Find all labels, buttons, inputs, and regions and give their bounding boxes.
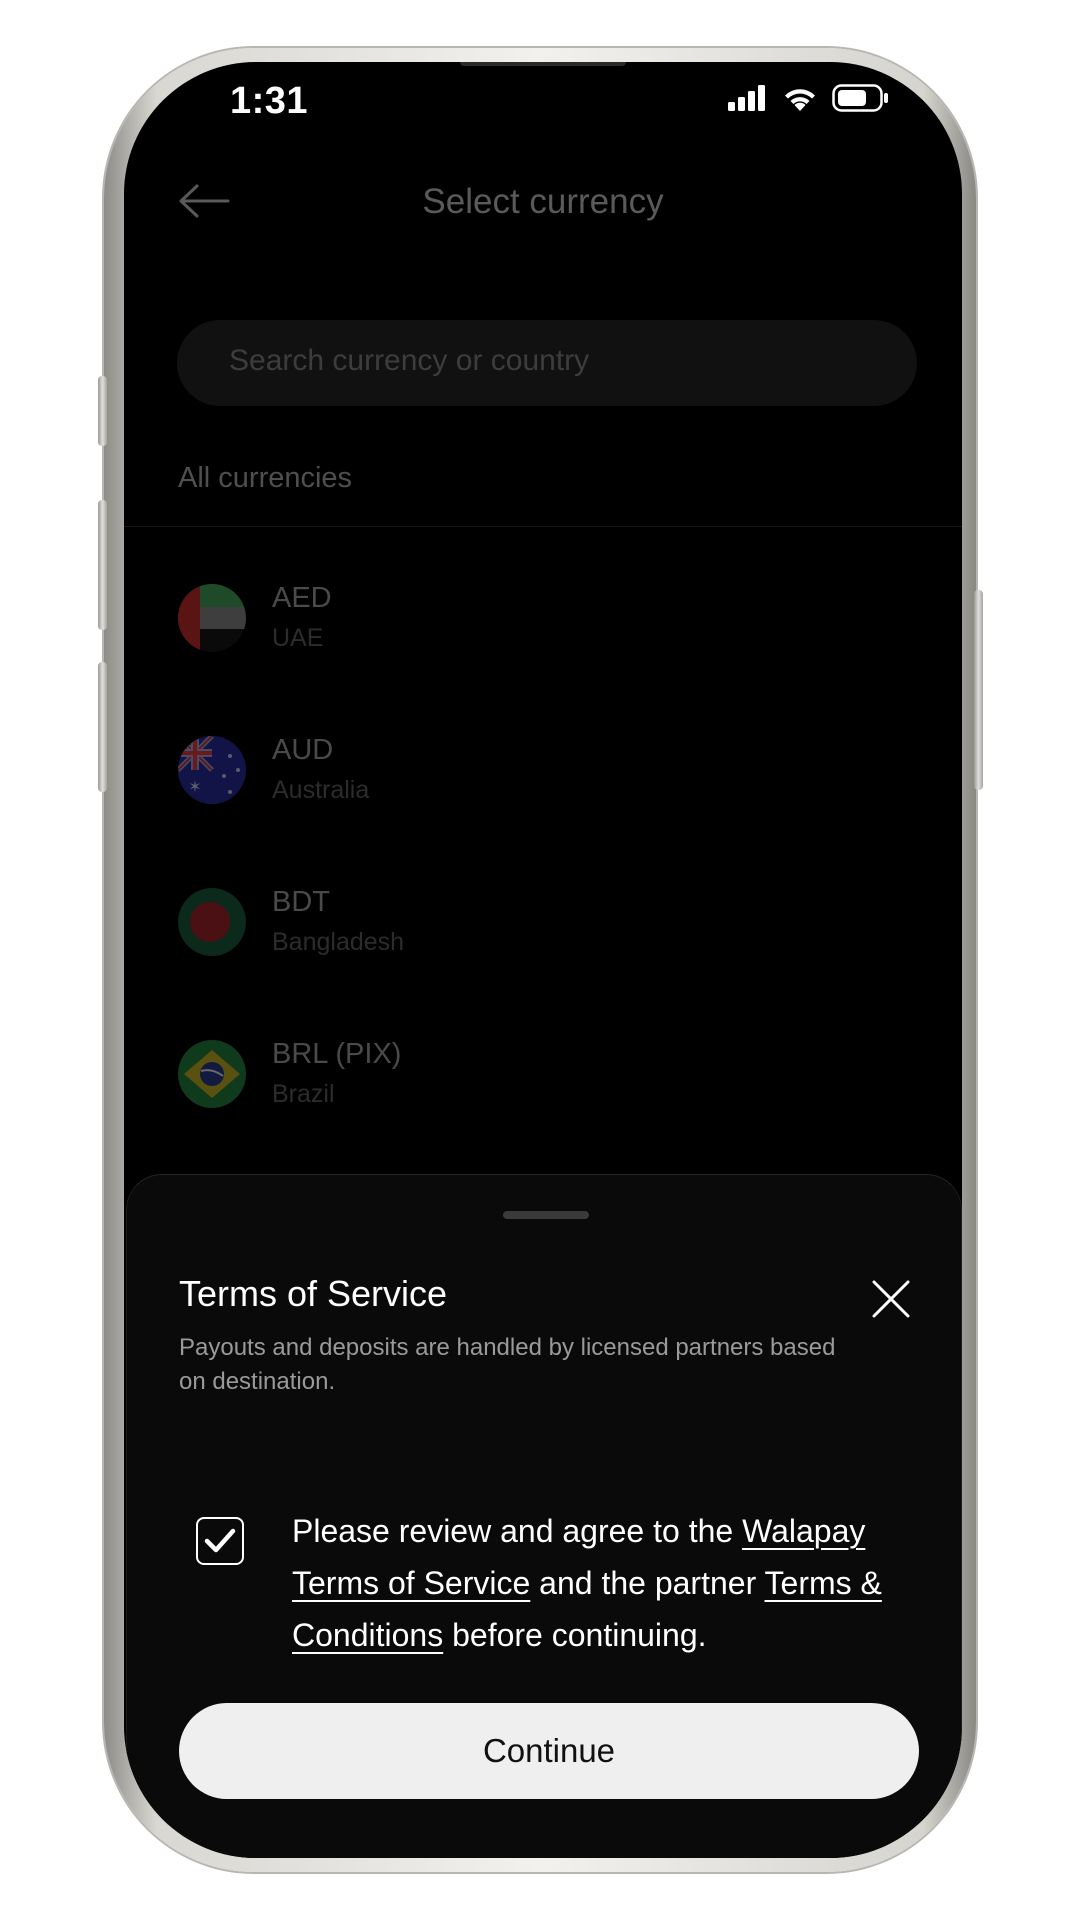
agree-checkbox[interactable]	[196, 1517, 244, 1565]
continue-button[interactable]: Continue	[179, 1703, 919, 1799]
australia-flag-icon: ✶	[178, 736, 246, 804]
agreement-text-part: before continuing.	[443, 1617, 707, 1653]
divider	[124, 526, 962, 527]
section-label: All currencies	[178, 462, 353, 494]
checkmark-icon	[204, 1528, 236, 1553]
agreement-text-part: and the partner	[530, 1565, 765, 1601]
currency-country: UAE	[272, 624, 324, 652]
currency-item-aud[interactable]: ✶ AUD Australia	[124, 724, 962, 844]
close-icon[interactable]	[871, 1279, 911, 1319]
svg-text:✶: ✶	[188, 777, 201, 796]
page-title: Select currency	[422, 182, 664, 221]
volume-up-button	[98, 500, 107, 630]
agreement-text: Please review and agree to the Walapay T…	[292, 1505, 932, 1661]
sheet-title: Terms of Service	[179, 1273, 448, 1314]
volume-down-button	[98, 662, 107, 792]
currency-item-aed[interactable]: AED UAE	[124, 572, 962, 692]
agreement-text-part: Please review and agree to the	[292, 1513, 743, 1549]
currency-code: AUD	[272, 734, 334, 766]
currency-country: Brazil	[272, 1080, 335, 1108]
currency-country: Australia	[272, 776, 370, 804]
currency-country: Bangladesh	[272, 928, 405, 956]
phone-screen: 1:31 Select currency Search currency or …	[124, 62, 962, 1858]
power-button	[974, 590, 983, 790]
terms-bottom-sheet: Terms of Service Payouts and deposits ar…	[126, 1174, 962, 1858]
currency-code: BDT	[272, 886, 330, 918]
currency-code: BRL (PIX)	[272, 1038, 402, 1070]
currency-item-bdt[interactable]: BDT Bangladesh	[124, 876, 962, 996]
currency-item-brl[interactable]: BRL (PIX) Brazil	[124, 1028, 962, 1148]
sheet-subtitle: Payouts and deposits are handled by lice…	[179, 1334, 836, 1395]
bangladesh-flag-icon	[178, 888, 246, 956]
side-button	[98, 376, 107, 446]
search-placeholder: Search currency or country	[229, 344, 590, 377]
sheet-drag-handle[interactable]	[503, 1211, 589, 1219]
uae-flag-icon	[178, 584, 246, 652]
brazil-flag-icon	[178, 1040, 246, 1108]
currency-code: AED	[272, 582, 332, 614]
search-input[interactable]: Search currency or country	[177, 320, 917, 406]
